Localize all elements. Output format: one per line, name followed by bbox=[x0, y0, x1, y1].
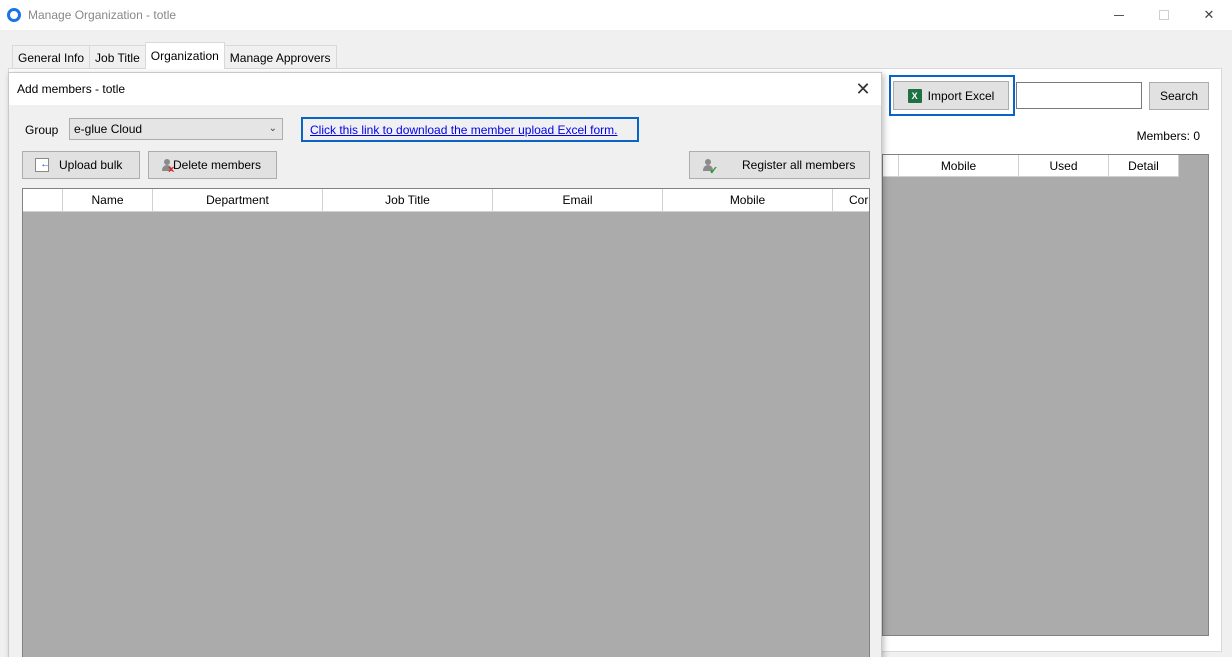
grid-column-header[interactable] bbox=[23, 189, 63, 212]
grid-column-header[interactable] bbox=[883, 155, 899, 177]
members-count: Members: 0 bbox=[1136, 129, 1200, 143]
upload-bulk-label: Upload bulk bbox=[59, 158, 123, 172]
delete-user-icon: × bbox=[161, 158, 174, 176]
group-select-value: e-glue Cloud bbox=[74, 122, 143, 136]
tab-organization[interactable]: Organization bbox=[144, 42, 225, 69]
maximize-icon bbox=[1159, 10, 1169, 20]
delete-members-label: Delete members bbox=[173, 158, 262, 172]
minimize-icon bbox=[1114, 14, 1124, 16]
search-input[interactable] bbox=[1016, 82, 1142, 109]
register-user-icon: ✓ bbox=[702, 158, 718, 177]
app-ring-icon bbox=[7, 8, 21, 22]
upload-icon bbox=[35, 158, 51, 172]
download-form-link[interactable]: Click this link to download the member u… bbox=[310, 123, 617, 137]
add-members-grid-header: Name Department Job Title Email Mobile C… bbox=[23, 189, 869, 212]
maximize-button[interactable] bbox=[1141, 0, 1187, 30]
download-link-focus: Click this link to download the member u… bbox=[301, 117, 639, 142]
group-label: Group bbox=[25, 123, 59, 137]
import-excel-button[interactable]: X Import Excel bbox=[893, 81, 1009, 110]
grid-column-header[interactable]: Mobile bbox=[663, 189, 833, 212]
register-all-members-label: Register all members bbox=[742, 158, 856, 172]
dialog-close-button[interactable]: ✕ bbox=[853, 79, 873, 99]
members-grid[interactable]: Mobile Used Detail bbox=[882, 154, 1209, 636]
delete-members-button[interactable]: × Delete members bbox=[148, 151, 277, 179]
dialog-title: Add members - totle bbox=[17, 82, 126, 96]
tab-general-info[interactable]: General Info bbox=[12, 45, 91, 69]
group-select[interactable]: e-glue Cloud ⌄ bbox=[69, 118, 283, 140]
add-members-grid[interactable]: Name Department Job Title Email Mobile C… bbox=[22, 188, 870, 657]
grid-column-header[interactable]: Cor bbox=[833, 189, 869, 212]
import-excel-label: Import Excel bbox=[927, 88, 995, 103]
grid-column-header[interactable]: Job Title bbox=[323, 189, 493, 212]
grid-column-header[interactable]: Email bbox=[493, 189, 663, 212]
grid-column-header[interactable]: Name bbox=[63, 189, 153, 212]
window-titlebar: Manage Organization - totle ✕ bbox=[0, 0, 1232, 30]
close-window-button[interactable]: ✕ bbox=[1186, 0, 1232, 30]
search-button[interactable]: Search bbox=[1149, 82, 1209, 110]
minimize-button[interactable] bbox=[1096, 0, 1142, 30]
grid-column-header[interactable]: Used bbox=[1019, 155, 1109, 177]
upload-bulk-button[interactable]: Upload bulk bbox=[22, 151, 140, 179]
dialog-titlebar: Add members - totle ✕ bbox=[9, 73, 881, 105]
excel-icon: X bbox=[907, 88, 922, 103]
tab-manage-approvers[interactable]: Manage Approvers bbox=[223, 45, 337, 69]
chevron-down-icon: ⌄ bbox=[268, 123, 277, 134]
window-title: Manage Organization - totle bbox=[28, 8, 177, 22]
grid-column-header[interactable]: Department bbox=[153, 189, 323, 212]
grid-column-header[interactable]: Mobile bbox=[899, 155, 1019, 177]
grid-column-header[interactable]: Detail bbox=[1109, 155, 1179, 177]
add-members-dialog: Add members - totle ✕ Group e-glue Cloud… bbox=[8, 72, 882, 657]
tab-strip: General Info Job Title Organization Mana… bbox=[12, 42, 337, 69]
members-grid-header: Mobile Used Detail bbox=[883, 155, 1179, 177]
tab-job-title[interactable]: Job Title bbox=[89, 45, 146, 69]
register-all-members-button[interactable]: ✓ Register all members bbox=[689, 151, 870, 179]
